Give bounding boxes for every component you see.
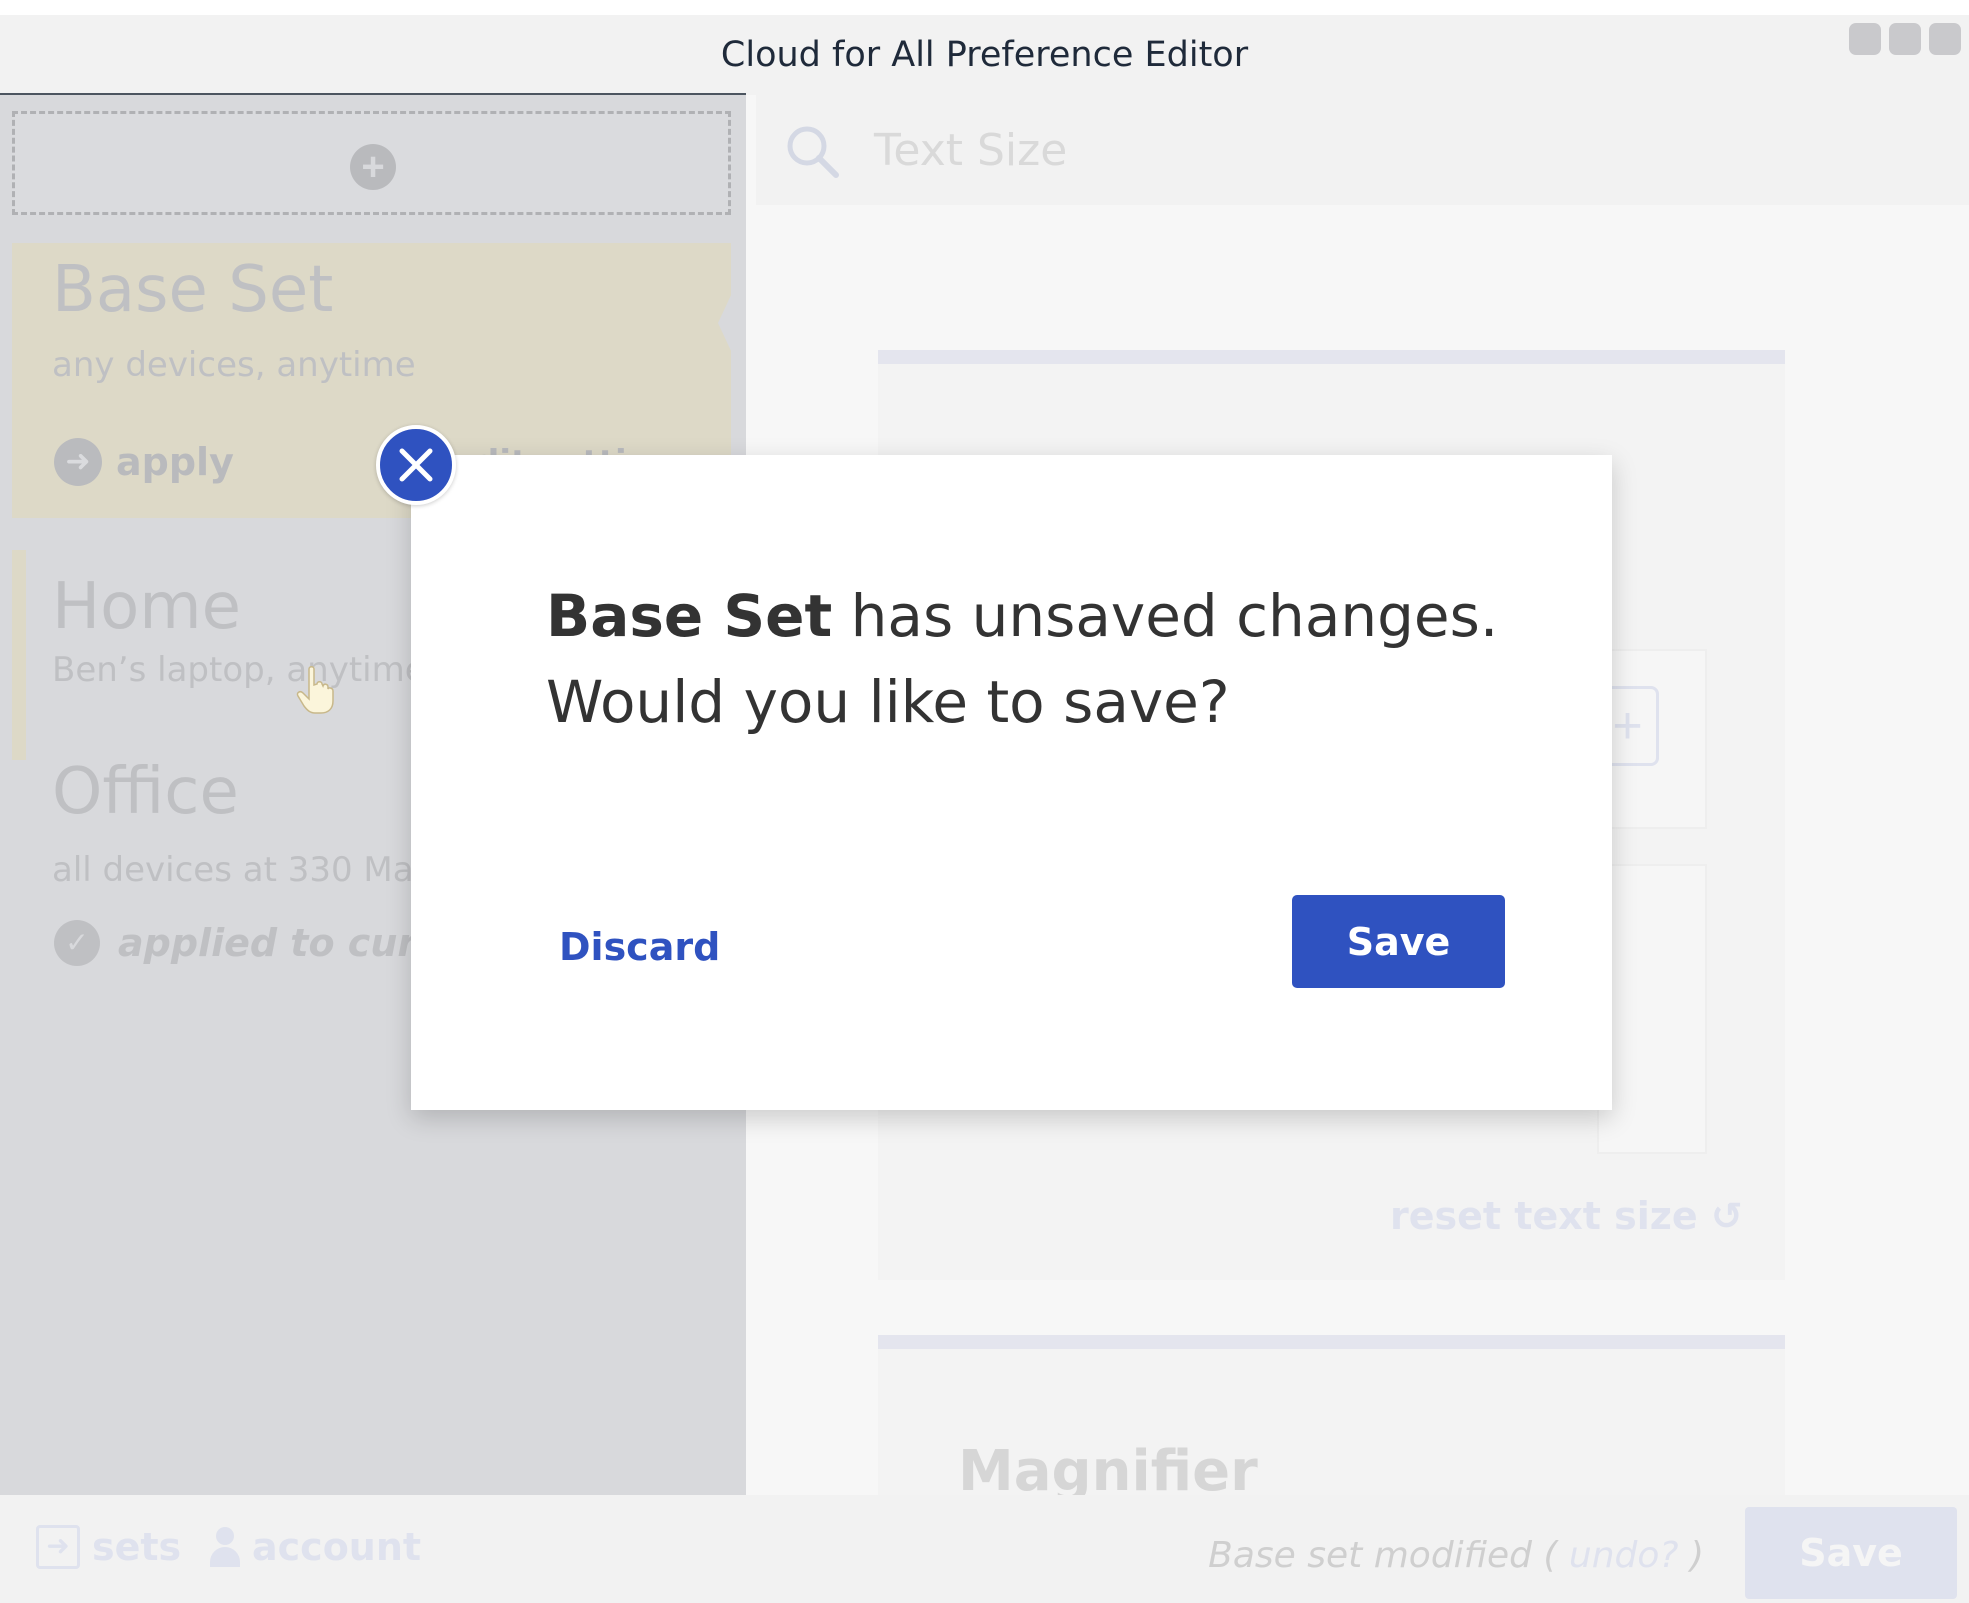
dialog-save-button[interactable]: Save — [1292, 895, 1505, 988]
search-bar[interactable]: Text Size — [756, 95, 1969, 205]
undo-link[interactable]: undo? — [1569, 1535, 1679, 1576]
footer-save-button[interactable]: Save — [1745, 1507, 1957, 1599]
magnifier-card: Magnifier — [878, 1335, 1785, 1495]
minimize-button[interactable] — [1849, 23, 1881, 55]
status-suffix: ) — [1678, 1535, 1704, 1576]
dialog-message-line2: Would you like to save? — [546, 668, 1230, 736]
account-label: account — [252, 1525, 422, 1569]
maximize-button[interactable] — [1889, 23, 1921, 55]
window-title: Cloud for All Preference Editor — [720, 35, 1249, 75]
reset-label: reset text size — [1390, 1194, 1698, 1238]
reset-text-size-link[interactable]: reset text size ↺ — [1390, 1194, 1743, 1238]
search-input[interactable]: Text Size — [874, 125, 1067, 176]
stepper-container: + — [1597, 649, 1707, 829]
footer-bar: ➜ sets account Base set modified ( undo?… — [0, 1495, 1969, 1603]
hand-pointer-icon — [296, 666, 334, 714]
title-bar: Cloud for All Preference Editor — [0, 15, 1969, 95]
dialog-set-name: Base Set — [546, 582, 833, 650]
modified-status: Base set modified ( undo? ) — [1208, 1535, 1704, 1576]
close-icon — [399, 448, 433, 482]
window-close-button[interactable] — [1929, 23, 1961, 55]
window-controls — [1849, 23, 1961, 55]
status-prefix: Base set modified ( — [1208, 1535, 1569, 1576]
sets-label: sets — [92, 1525, 182, 1569]
preview-area — [1597, 864, 1707, 1154]
sets-arrow-icon: ➜ — [36, 1525, 80, 1569]
undo-arrow-icon: ↺ — [1710, 1194, 1743, 1238]
sets-link[interactable]: ➜ sets — [36, 1525, 181, 1569]
search-icon — [787, 126, 839, 178]
dialog-message: Base Set has unsaved changes. Would you l… — [546, 573, 1546, 745]
discard-button[interactable]: Discard — [559, 925, 720, 969]
dialog-message-line1: has unsaved changes. — [832, 582, 1499, 650]
dialog-close-button[interactable] — [376, 425, 456, 505]
account-link[interactable]: account — [210, 1525, 421, 1569]
user-icon — [210, 1527, 240, 1567]
unsaved-changes-dialog: Base Set has unsaved changes. Would you l… — [411, 455, 1612, 1110]
section-title: Magnifier — [958, 1439, 1258, 1495]
